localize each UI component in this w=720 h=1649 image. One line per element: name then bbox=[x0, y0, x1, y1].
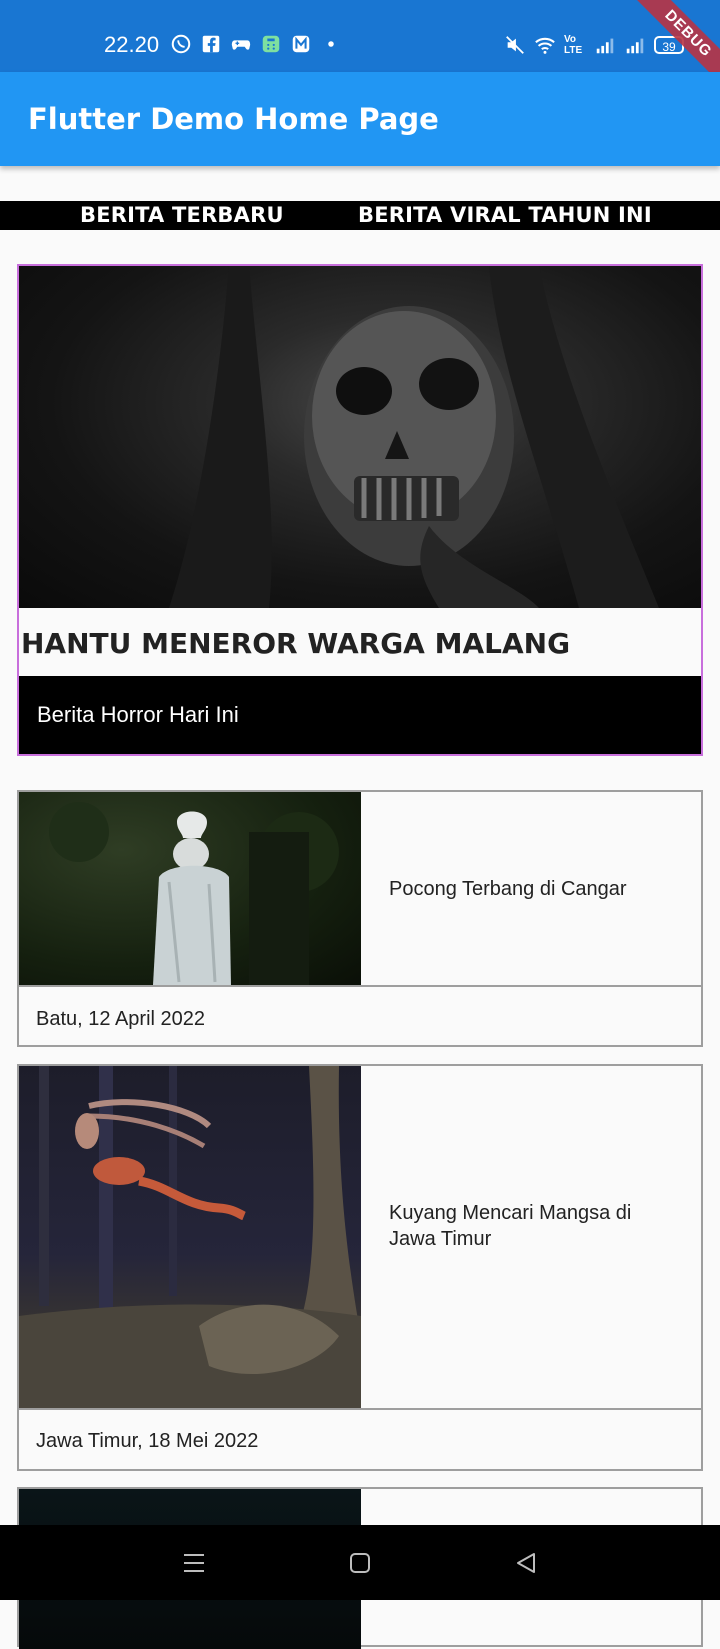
headline-image bbox=[19, 266, 701, 608]
news-date: Batu, 12 April 2022 bbox=[36, 1008, 206, 1030]
headline-subtitle: Berita Horror Hari Ini bbox=[37, 702, 239, 727]
tab-strip: BERITA TERBARU BERITA VIRAL TAHUN INI bbox=[0, 201, 720, 230]
home-square-icon[interactable] bbox=[342, 1545, 378, 1581]
skull-illustration bbox=[169, 266, 659, 608]
facebook-icon bbox=[202, 35, 220, 53]
divider bbox=[19, 1408, 701, 1410]
tab-berita-viral[interactable]: BERITA VIRAL TAHUN INI bbox=[358, 201, 652, 230]
headline-subtitle-band: Berita Horror Hari Ini bbox=[19, 676, 701, 754]
volte-label: Vo LTE bbox=[564, 34, 583, 56]
app-bar: Flutter Demo Home Page bbox=[0, 72, 720, 166]
headline-card[interactable]: HANTU MENEROR WARGA MALANG Berita Horror… bbox=[17, 264, 703, 756]
system-status-icons: Vo LTE 39 bbox=[504, 34, 684, 56]
headline-title: HANTU MENEROR WARGA MALANG bbox=[21, 627, 571, 660]
kuyang-illustration bbox=[19, 1066, 361, 1408]
signal-icon bbox=[626, 38, 644, 54]
notification-icons bbox=[170, 33, 342, 55]
status-bar: 22.20 Vo LTE 39 DEBUG bbox=[0, 0, 720, 92]
system-navigation-bar bbox=[0, 1525, 720, 1600]
news-image-kuyang bbox=[19, 1066, 361, 1408]
news-title: Pocong Terbang di Cangar bbox=[389, 878, 627, 900]
pocong-illustration bbox=[49, 802, 339, 985]
signal-icon bbox=[596, 38, 614, 54]
wifi-icon bbox=[535, 37, 555, 54]
page-title: Flutter Demo Home Page bbox=[28, 102, 439, 136]
calculator-icon bbox=[262, 35, 280, 53]
dot-icon bbox=[328, 41, 334, 47]
status-time: 22.20 bbox=[104, 32, 160, 57]
news-image-pocong bbox=[19, 792, 361, 985]
gamepad-icon bbox=[231, 40, 251, 50]
divider bbox=[19, 985, 701, 987]
news-title: Kuyang Mencari Mangsa di Jawa Timur bbox=[389, 1202, 632, 1250]
battery-level: 39 bbox=[662, 40, 676, 54]
news-card[interactable]: Kuyang Mencari Mangsa di Jawa Timur Jawa… bbox=[17, 1064, 703, 1471]
news-card[interactable]: Pocong Terbang di Cangar Batu, 12 April … bbox=[17, 790, 703, 1047]
news-date: Jawa Timur, 18 Mei 2022 bbox=[36, 1430, 259, 1452]
app-icon bbox=[292, 35, 310, 53]
whatsapp-icon bbox=[171, 34, 191, 54]
mute-icon bbox=[506, 36, 524, 54]
menu-icon[interactable] bbox=[176, 1545, 212, 1581]
back-triangle-icon[interactable] bbox=[508, 1545, 544, 1581]
tab-berita-terbaru[interactable]: BERITA TERBARU bbox=[80, 201, 284, 230]
